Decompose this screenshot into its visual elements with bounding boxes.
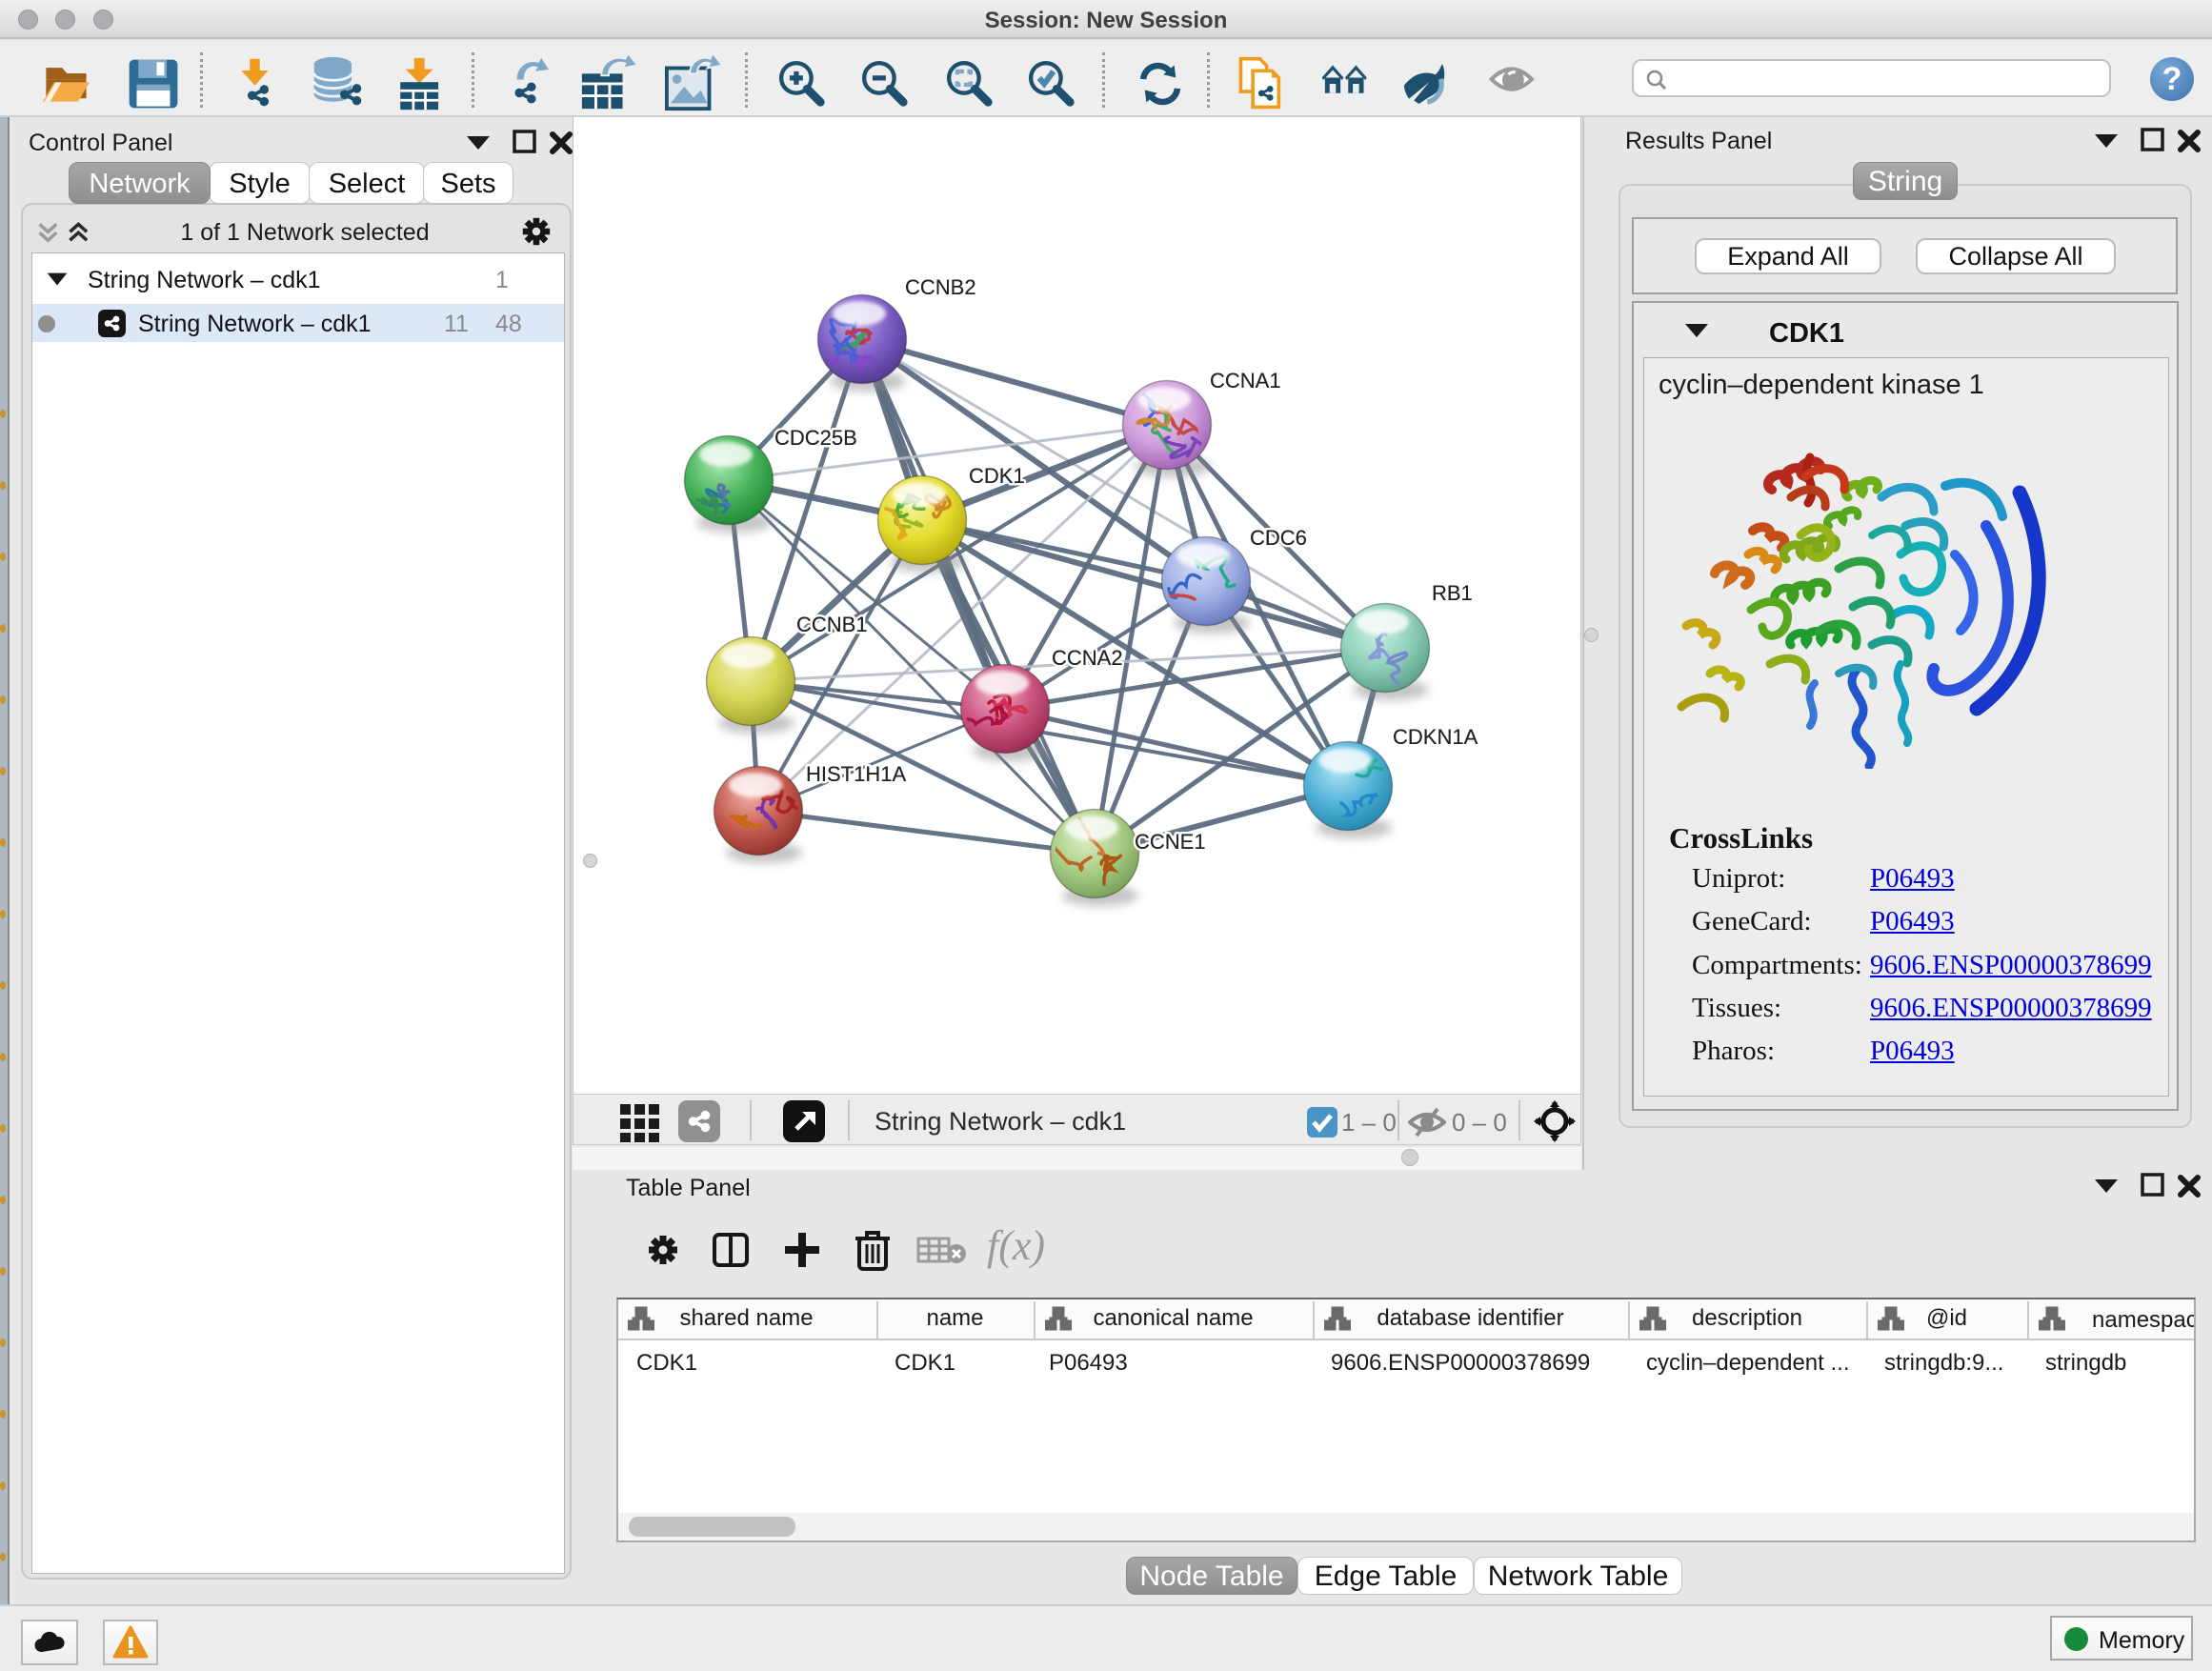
svg-text:CDK1: CDK1 (969, 464, 1025, 488)
svg-text:RB1: RB1 (1432, 581, 1473, 605)
svg-text:CDC6: CDC6 (1250, 526, 1307, 550)
svg-text:HIST1H1A: HIST1H1A (806, 762, 906, 786)
svg-text:CCNA1: CCNA1 (1210, 369, 1281, 393)
svg-text:CCNB1: CCNB1 (796, 613, 868, 636)
svg-text:CDKN1A: CDKN1A (1393, 725, 1478, 749)
svg-text:CCNA2: CCNA2 (1052, 646, 1123, 670)
svg-text:CCNB2: CCNB2 (905, 275, 976, 299)
svg-text:CDC25B: CDC25B (774, 426, 857, 450)
svg-text:CCNE1: CCNE1 (1135, 830, 1206, 854)
